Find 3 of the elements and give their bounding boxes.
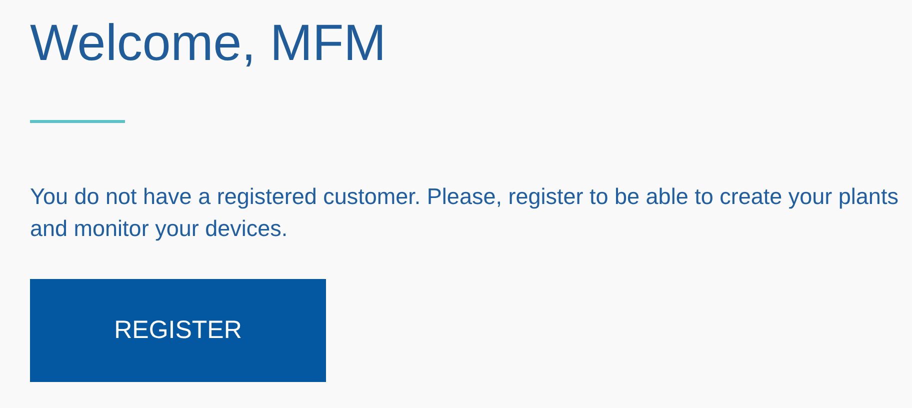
info-message: You do not have a registered customer. Please, register to be able to create your plants and monitor your devices. — [30, 183, 900, 243]
welcome-heading: Welcome, MFM — [30, 13, 386, 73]
register-button[interactable]: REGISTER — [30, 279, 326, 382]
